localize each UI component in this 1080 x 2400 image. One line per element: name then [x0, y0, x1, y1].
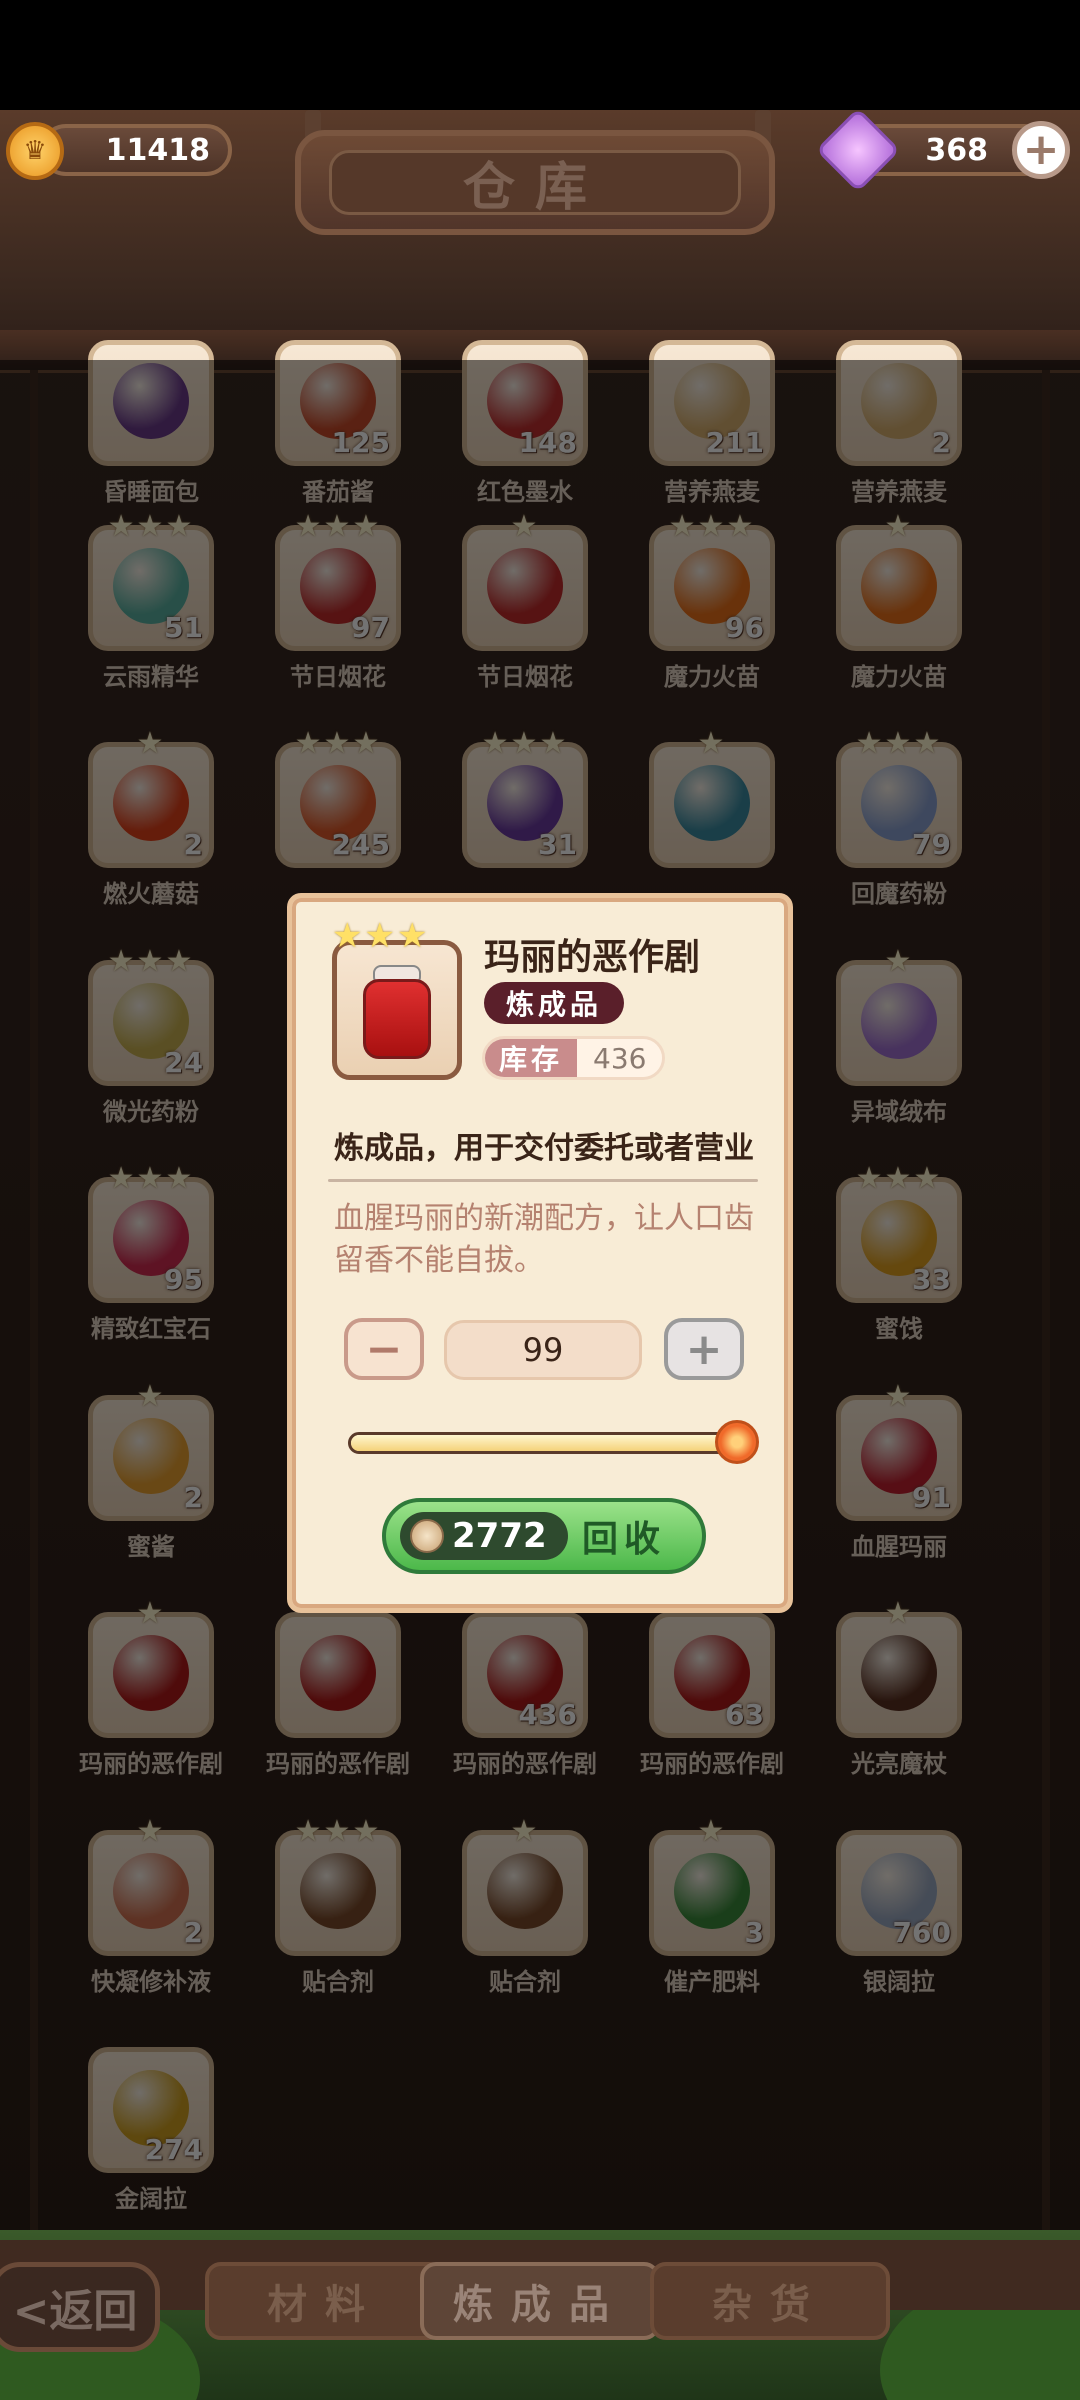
item-detail-dialog: ★★★ 玛丽的恶作剧 炼成品 库存 436 炼成品，用于交付委托或者营业 血腥玛…	[287, 893, 793, 1613]
item-usage: 炼成品，用于交付委托或者营业	[334, 1131, 754, 1166]
item-flavor-text: 血腥玛丽的新潮配方，让人口齿留香不能自拔。	[334, 1201, 754, 1278]
tab-sundries[interactable]: 杂货	[650, 2262, 890, 2340]
stock-value: 436	[577, 1039, 663, 1077]
item-name: 玛丽的恶作剧	[484, 937, 701, 978]
quantity-field[interactable]: 99	[444, 1320, 642, 1380]
jar-icon	[363, 979, 431, 1059]
recycle-label: 回收	[582, 1519, 667, 1560]
page-title: 仓库	[329, 150, 741, 218]
status-bar-area	[0, 0, 1080, 110]
coin-amount: 11418	[105, 132, 210, 168]
stock-label: 库存	[485, 1039, 578, 1077]
add-gems-button[interactable]: +	[1012, 121, 1070, 179]
recycle-button[interactable]: 2772 回收	[382, 1498, 706, 1574]
tab-materials[interactable]: 材料	[205, 2262, 445, 2340]
cookie-coin-icon	[410, 1519, 444, 1553]
coin-counter: 11418	[40, 124, 232, 176]
title-board: 仓库	[295, 130, 775, 235]
divider	[328, 1179, 758, 1182]
back-button[interactable]: <返回	[0, 2262, 160, 2352]
quantity-slider[interactable]	[348, 1432, 734, 1454]
gem-amount: 368	[925, 132, 988, 168]
tab-crafted-goods[interactable]: 炼成品	[420, 2262, 660, 2340]
slider-handle-flower-icon[interactable]	[715, 1420, 759, 1464]
price-value: 2772	[452, 1516, 547, 1556]
coin-icon: ♛	[6, 122, 64, 180]
item-category-badge: 炼成品	[484, 982, 625, 1024]
recycle-price: 2772	[400, 1512, 568, 1560]
item-stars: ★★★	[332, 916, 430, 956]
slider-fill	[351, 1435, 731, 1451]
increase-quantity-button[interactable]: +	[664, 1318, 744, 1380]
warehouse-screen: 11418 ♛ 368 + 仓库 昏睡面包125番茄酱148红色墨水211营养燕…	[0, 0, 1080, 2400]
decrease-quantity-button[interactable]: −	[344, 1318, 424, 1380]
item-icon	[332, 940, 462, 1080]
stock-badge: 库存 436	[482, 1036, 666, 1080]
